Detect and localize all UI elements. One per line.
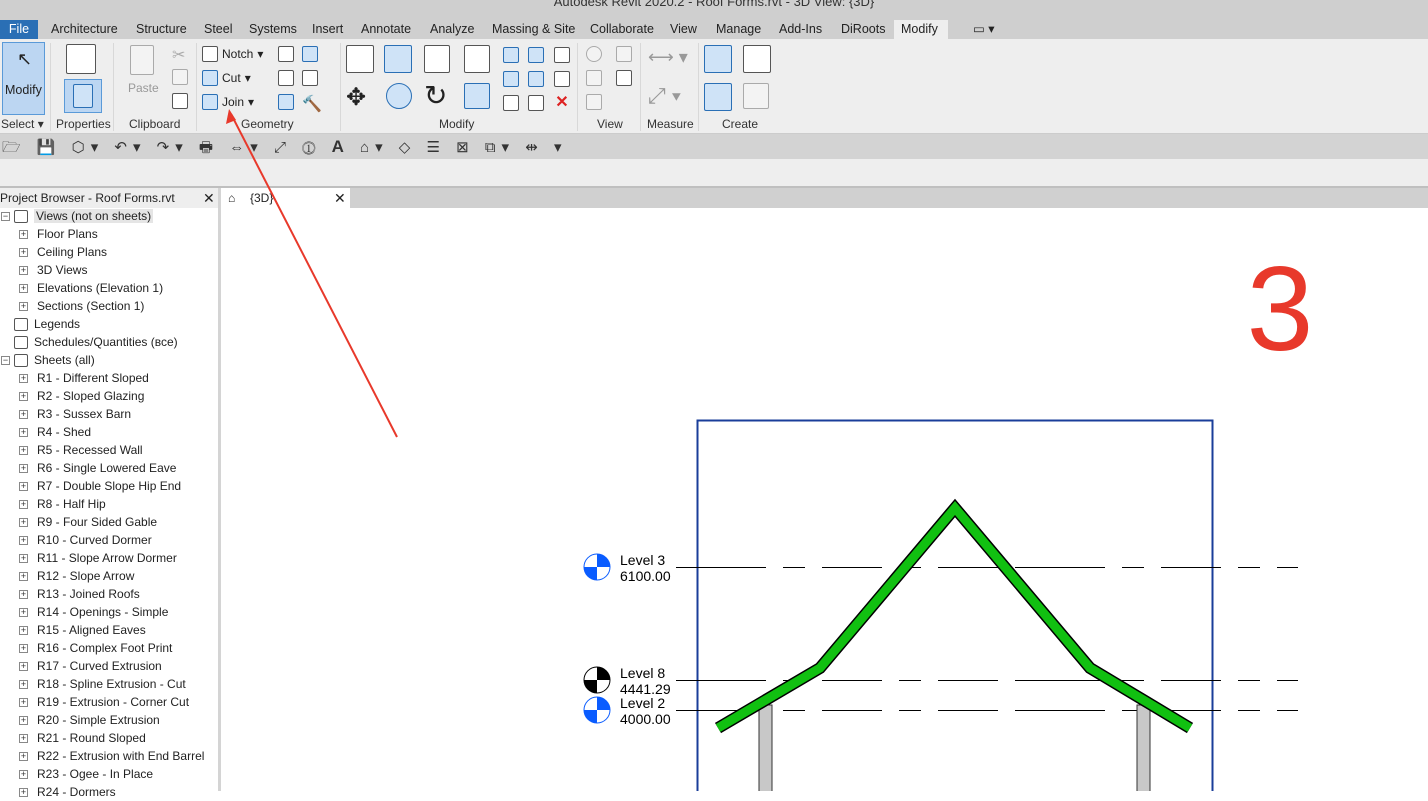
roof[interactable] [715,501,1193,732]
level-name: Level 8 [620,665,665,681]
level-name: Level 2 [620,695,665,711]
level-marker[interactable]: Level 3 6100.00 [583,552,1298,584]
step-number: 3 [1247,242,1314,376]
annotation-arrow-line [230,113,398,438]
section-box [696,419,1214,791]
right-wall [1136,704,1151,791]
level-name: Level 3 [620,552,665,568]
level-elevation: 4000.00 [620,711,671,727]
level-elevation: 6100.00 [620,568,671,584]
left-wall [758,704,773,791]
view-drawing: Level 3 6100.00 Level 8 4441.29 Level 2 … [226,109,1314,791]
level-marker[interactable]: Level 8 4441.29 [583,665,1298,697]
roof-outline [714,498,1194,734]
